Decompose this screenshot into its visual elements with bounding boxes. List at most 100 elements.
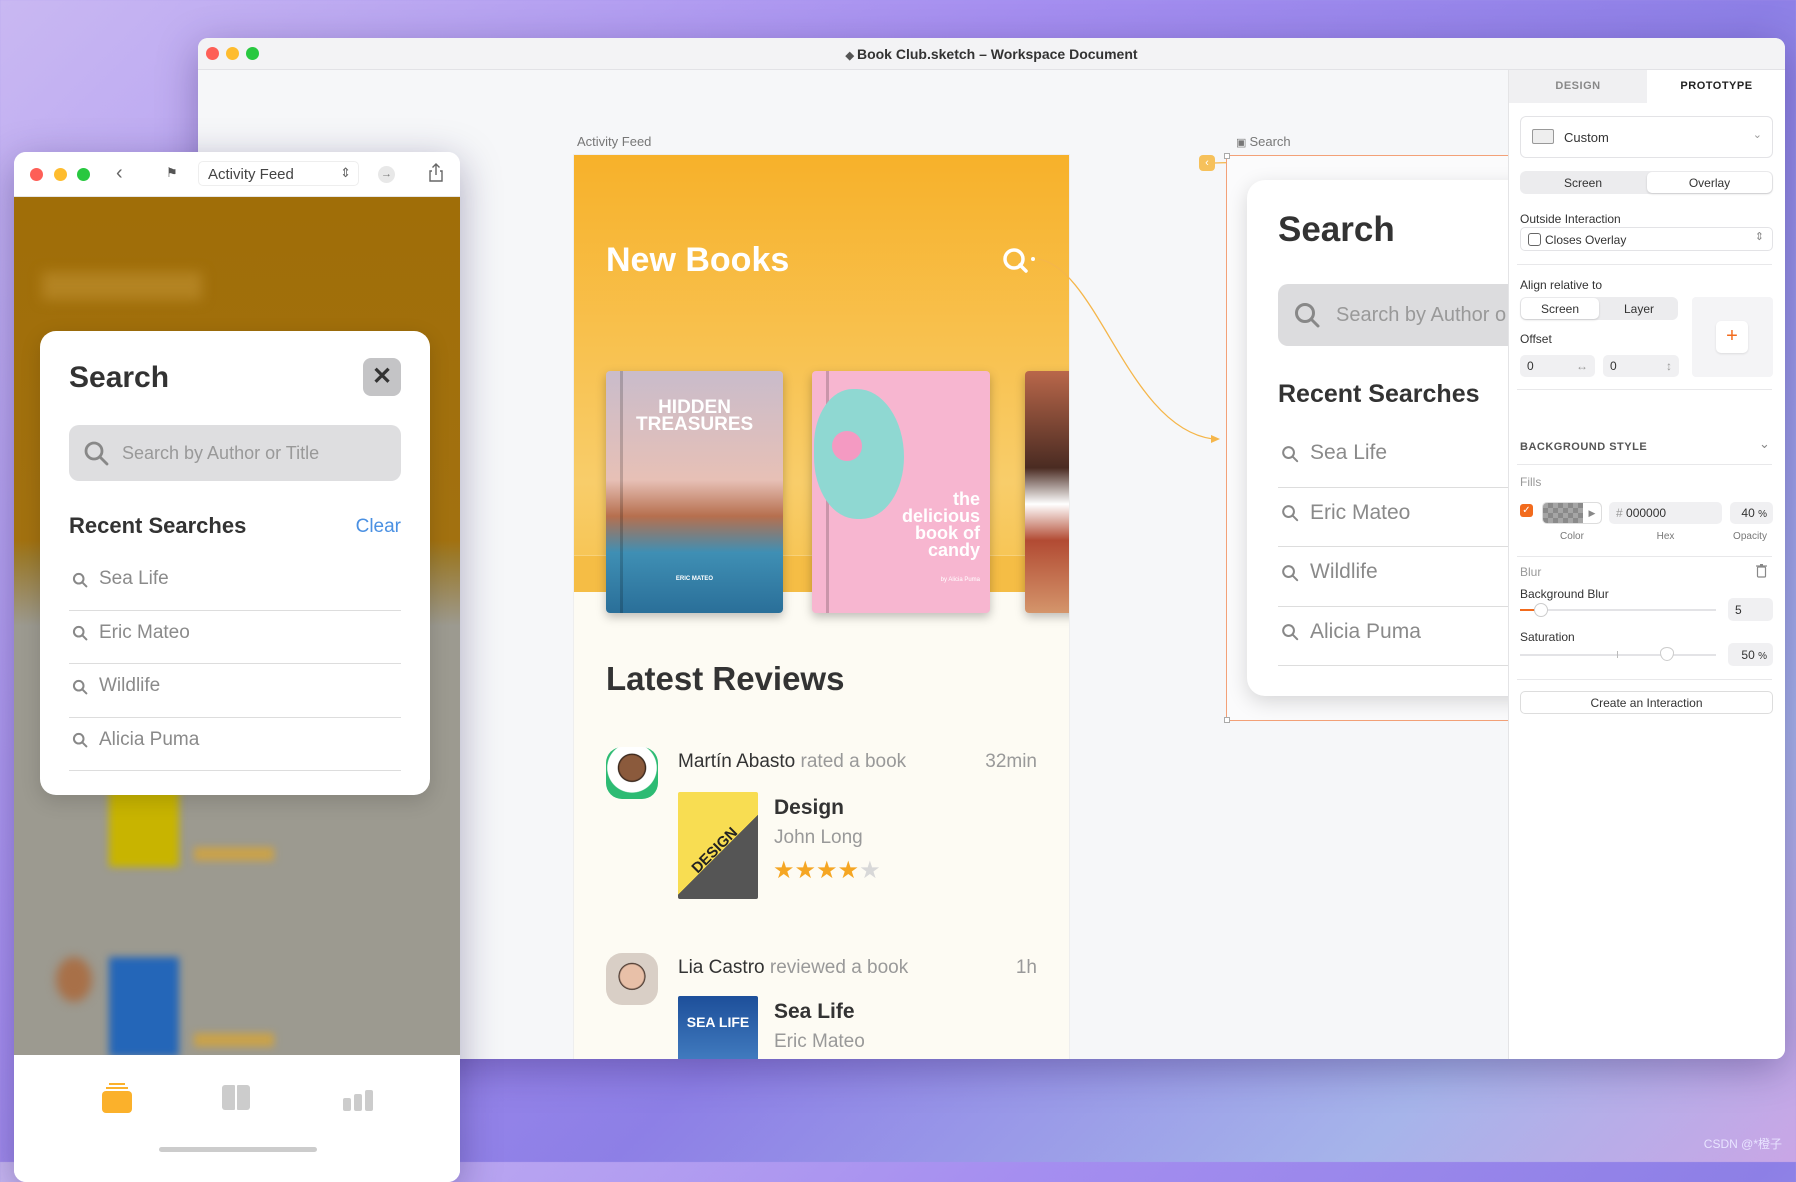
- align-segmented-control: Screen Layer: [1520, 297, 1678, 320]
- artboard-label-search[interactable]: ▣ Search: [1236, 134, 1291, 149]
- preview-window: ‹ ⚑ Activity Feed ⇕ → Search ✕ Search by…: [14, 152, 460, 1182]
- recent-search-text: Sea Life: [1310, 441, 1388, 465]
- resize-handle[interactable]: [1224, 153, 1230, 159]
- search-placeholder: Search by Author o: [1336, 304, 1507, 326]
- books-icon-page: [237, 1085, 250, 1110]
- minimize-window-button[interactable]: [54, 168, 67, 181]
- segment-screen[interactable]: Screen: [1521, 298, 1599, 319]
- resize-handle[interactable]: [1224, 717, 1230, 723]
- segment-layer[interactable]: Layer: [1600, 297, 1678, 320]
- blurred-avatar: [56, 957, 92, 1002]
- segment-label: Screen: [1540, 302, 1580, 316]
- search-icon: [72, 626, 88, 641]
- fill-checkbox[interactable]: ✓: [1520, 504, 1533, 517]
- trash-icon[interactable]: [1755, 563, 1768, 578]
- recent-search-item[interactable]: Wildlife: [69, 664, 401, 718]
- flag-icon[interactable]: ⚑: [166, 165, 178, 181]
- segment-overlay[interactable]: Overlay: [1647, 172, 1772, 193]
- create-interaction-label: Create an Interaction: [1590, 696, 1703, 710]
- opacity-input[interactable]: 40 %: [1730, 502, 1773, 524]
- search-icon: [1282, 505, 1299, 522]
- close-window-button[interactable]: [30, 168, 43, 181]
- offset-label: Offset: [1520, 332, 1552, 346]
- stepper-chevrons-icon: ⇕: [340, 165, 351, 180]
- slider-tick: [1617, 651, 1618, 658]
- close-icon[interactable]: ✕: [363, 358, 401, 396]
- horizontal-arrows-icon: ↔: [1576, 359, 1588, 373]
- opacity-caption: Opacity: [1733, 531, 1767, 542]
- search-icon: [1282, 445, 1299, 462]
- link-line: [1037, 258, 1214, 440]
- divider: [1517, 679, 1772, 680]
- chevron-down-icon[interactable]: ⌄: [1759, 436, 1770, 452]
- vertical-arrows-icon: ↕: [1666, 359, 1672, 373]
- clear-button[interactable]: Clear: [356, 516, 401, 538]
- offset-y-input[interactable]: 0 ↕: [1603, 355, 1679, 377]
- tab-stats[interactable]: [343, 1090, 375, 1112]
- background-style-heading: BACKGROUND STYLE: [1520, 441, 1647, 453]
- search-icon: [72, 679, 88, 695]
- device-dropdown[interactable]: Custom ⌄: [1520, 116, 1773, 158]
- search-card: Search Search by Author o Recent Searche…: [1247, 180, 1548, 696]
- share-icon[interactable]: [428, 163, 444, 183]
- opacity-value: 40: [1741, 506, 1755, 520]
- feed-icon-line: [109, 1083, 125, 1085]
- recent-search-item[interactable]: Eric Mateo: [69, 611, 401, 664]
- search-input[interactable]: Search by Author o: [1278, 284, 1538, 346]
- search-icon: [1295, 303, 1320, 328]
- artboard-search[interactable]: Search Search by Author o Recent Searche…: [1224, 153, 1548, 723]
- saturation-slider[interactable]: [1520, 647, 1716, 661]
- search-icon: [1282, 564, 1299, 581]
- back-chevron-icon[interactable]: ‹: [116, 162, 123, 185]
- search-icon: [72, 733, 88, 748]
- search-icon: [1282, 624, 1299, 641]
- hex-input[interactable]: # 000000: [1609, 502, 1722, 524]
- tab-design[interactable]: DESIGN: [1509, 70, 1647, 103]
- alignment-grid[interactable]: +: [1692, 297, 1773, 377]
- recent-search-text: Alicia Puma: [1310, 619, 1421, 643]
- color-picker-icon: ▶: [1583, 503, 1601, 523]
- search-modal-title: Search: [69, 361, 170, 394]
- recent-searches-title: Recent Searches: [1278, 380, 1480, 408]
- recent-searches-title: Recent Searches: [69, 513, 247, 538]
- search-input[interactable]: Search by Author or Title: [69, 425, 401, 481]
- slider-knob[interactable]: [1660, 647, 1674, 661]
- align-center-plus-icon[interactable]: +: [1716, 321, 1748, 353]
- home-indicator: [159, 1147, 317, 1152]
- recent-search-text: Wildlife: [1310, 560, 1378, 584]
- recent-search-text: Eric Mateo: [99, 621, 190, 643]
- offset-y-value: 0: [1610, 359, 1617, 373]
- outside-interaction-select[interactable]: Closes Overlay ⇕: [1520, 227, 1773, 251]
- recent-search-item[interactable]: Sea Life: [69, 557, 401, 611]
- blurred-stars: [194, 847, 274, 861]
- saturation-input[interactable]: 50 %: [1728, 643, 1773, 666]
- tab-prototype[interactable]: PROTOTYPE: [1647, 70, 1785, 103]
- tab-bar: [14, 1055, 460, 1182]
- feed-icon: [102, 1091, 132, 1113]
- search-icon: [84, 441, 109, 466]
- back-link-badge-icon[interactable]: ‹: [1199, 155, 1215, 171]
- offset-x-value: 0: [1527, 359, 1534, 373]
- create-interaction-button[interactable]: Create an Interaction: [1520, 691, 1773, 714]
- stats-icon-bar: [365, 1090, 373, 1111]
- page-selector[interactable]: Activity Feed ⇕: [198, 161, 359, 186]
- stats-icon-bar: [354, 1094, 362, 1111]
- segment-label: Screen: [1563, 176, 1603, 190]
- feed-icon-line: [106, 1087, 128, 1089]
- recent-search-text: Wildlife: [99, 675, 161, 697]
- search-title: Search: [1278, 210, 1395, 249]
- tab-books[interactable]: [222, 1085, 252, 1111]
- outside-interaction-label: Outside Interaction: [1520, 212, 1621, 226]
- recent-search-item[interactable]: Alicia Puma: [69, 718, 401, 771]
- forward-arrow-icon[interactable]: →: [378, 166, 395, 183]
- offset-x-input[interactable]: 0 ↔: [1520, 355, 1595, 377]
- tab-feed[interactable]: [102, 1083, 132, 1113]
- color-swatch[interactable]: ▶: [1542, 502, 1602, 524]
- background-blur-input[interactable]: 5: [1728, 598, 1773, 621]
- segment-screen[interactable]: Screen: [1520, 171, 1646, 194]
- device-icon: [1532, 129, 1554, 144]
- stats-icon: [343, 1098, 351, 1111]
- zoom-window-button[interactable]: [77, 168, 90, 181]
- background-blur-slider[interactable]: [1520, 603, 1716, 617]
- slider-knob[interactable]: [1534, 603, 1548, 617]
